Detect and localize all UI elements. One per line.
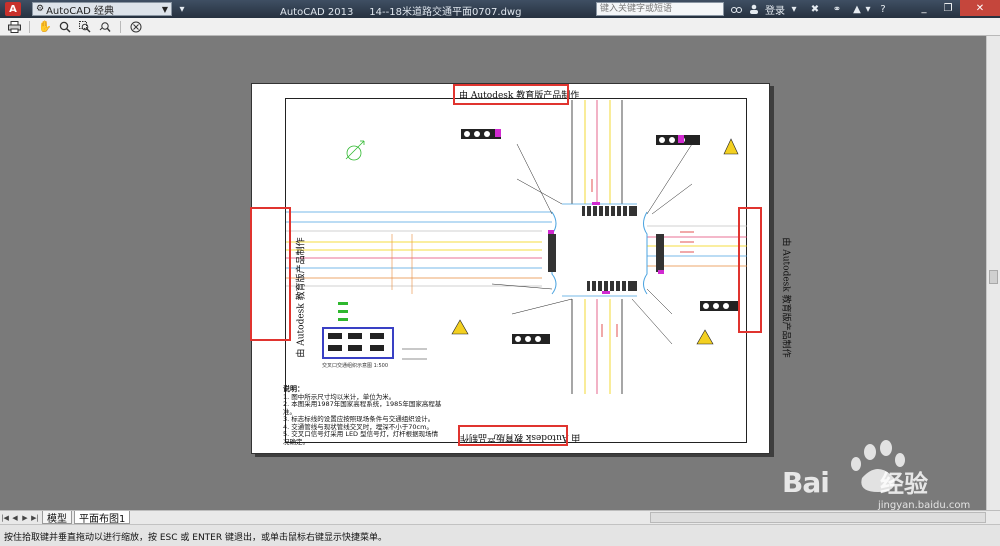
workspace-dropdown[interactable]: ⚙ AutoCAD 经典 ▼	[32, 2, 172, 17]
watermark-brand: Bai	[782, 466, 830, 499]
binoculars-icon[interactable]	[730, 2, 742, 16]
highlight-box-bottom	[458, 425, 568, 446]
note-item: 2. 本图采用1987年国家高程系统，1985年国家高程基准。	[283, 400, 442, 416]
first-tab-icon[interactable]: |◀	[0, 512, 10, 524]
chevron-down-icon[interactable]: ▾	[790, 2, 798, 16]
close-preview-icon[interactable]	[128, 20, 144, 34]
triangle-icon[interactable]: ▲	[850, 2, 864, 16]
cart-icon[interactable]: ✖	[808, 2, 822, 16]
next-tab-icon[interactable]: ▶	[20, 512, 30, 524]
tab-model[interactable]: 模型	[42, 511, 72, 525]
login-button[interactable]: 登录	[762, 2, 788, 17]
highlight-box-left	[250, 207, 291, 341]
watermark-url: jingyan.baidu.com	[878, 500, 971, 511]
application-menu-button[interactable]: A	[0, 0, 26, 18]
zoom-icon[interactable]	[57, 20, 73, 34]
print-icon[interactable]	[6, 20, 22, 34]
status-bar: 按住拾取键并垂直拖动以进行缩放，按 ESC 或 ENTER 键退出，或单击鼠标右…	[0, 524, 1000, 546]
workspace-label: AutoCAD 经典	[46, 5, 114, 17]
highlight-box-top	[453, 84, 569, 105]
divider	[120, 20, 121, 33]
close-button[interactable]: ✕	[960, 0, 1000, 16]
chevron-down-icon[interactable]: ▾	[864, 2, 872, 16]
file-name: 14--18米道路交通平面0707.dwg	[369, 7, 522, 18]
zoom-previous-icon[interactable]	[97, 20, 113, 34]
last-tab-icon[interactable]: ▶|	[30, 512, 40, 524]
stamp-right: 由 Autodesk 教育版产品制作	[780, 237, 791, 358]
chevron-down-icon: ▼	[161, 4, 169, 14]
legend-diagram	[328, 333, 384, 351]
quick-access-dropdown-icon[interactable]: ▾	[176, 2, 188, 16]
autocad-logo-icon: A	[5, 2, 21, 16]
legend-block	[322, 327, 394, 359]
divider	[29, 20, 30, 33]
search-input[interactable]: 键入关键字或短语	[596, 2, 724, 16]
prev-tab-icon[interactable]: ◀	[10, 512, 20, 524]
preview-toolbar: ✋	[0, 18, 1000, 36]
stamp-left: 由 Autodesk 教育版产品制作	[296, 237, 307, 358]
app-name: AutoCAD 2013	[280, 7, 354, 18]
notes-block: 说明： 1. 图中所示尺寸均以米计，单位为米。 2. 本图采用1987年国家高程…	[283, 385, 443, 446]
pan-icon[interactable]: ✋	[37, 20, 53, 34]
highlight-box-right	[738, 207, 762, 333]
network-icon[interactable]: ⚭	[830, 2, 844, 16]
minimize-button[interactable]: _	[912, 0, 936, 16]
tab-layout1[interactable]: 平面布图1	[74, 511, 131, 525]
gear-icon: ⚙	[36, 4, 45, 14]
restore-button[interactable]: ❐	[936, 0, 960, 16]
user-icon	[748, 2, 760, 16]
help-icon[interactable]: ?	[876, 2, 890, 16]
scrollbar-thumb[interactable]	[989, 270, 998, 284]
watermark-brand-cn: 经验	[880, 470, 928, 498]
zoom-window-icon[interactable]	[77, 20, 93, 34]
title-bar: A ⚙ AutoCAD 经典 ▼ ▾ AutoCAD 2013 14--18米道…	[0, 0, 1000, 18]
window-title: AutoCAD 2013 14--18米道路交通平面0707.dwg	[280, 3, 521, 18]
legend-caption: 交叉口交通组织示意图 1:500	[322, 363, 388, 369]
note-item: 5. 交叉口信号灯采用 LED 型信号灯，灯杆根据现场情况确定。	[283, 430, 439, 446]
